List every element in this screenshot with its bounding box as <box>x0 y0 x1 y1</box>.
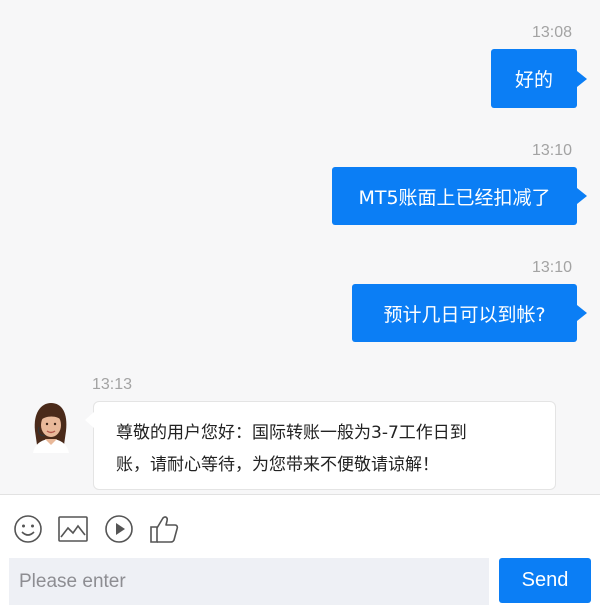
message-text-line: 尊敬的用户您好：国际转账一般为3-7工作日到 <box>116 423 467 443</box>
emoji-icon[interactable] <box>12 513 44 545</box>
message-bubble-outgoing: 预计几日可以到帐? <box>352 284 587 342</box>
message-timestamp: 13:10 <box>532 142 573 159</box>
agent-avatar <box>29 401 71 453</box>
chat-area: 13:08 好的 13:10 MT5账面上已经扣减了 13:10 预计几日可以到… <box>0 0 600 494</box>
thumbs-up-icon[interactable] <box>148 513 180 545</box>
message-bubble-outgoing: 好的 <box>491 49 587 108</box>
composer-panel: Send <box>0 495 600 608</box>
message-timestamp: 13:13 <box>92 376 133 393</box>
message-timestamp: 13:08 <box>532 24 573 41</box>
send-button[interactable]: Send <box>499 558 591 603</box>
message-text-line: 账，请耐心等待，为您带来不便敬请谅解！ <box>116 455 439 475</box>
message-timestamp: 13:10 <box>532 259 573 276</box>
message-bubble-incoming: 尊敬的用户您好：国际转账一般为3-7工作日到 账，请耐心等待，为您带来不便敬请谅… <box>85 401 556 490</box>
message-bubble-outgoing: MT5账面上已经扣减了 <box>332 167 587 225</box>
message-input[interactable] <box>9 558 489 605</box>
image-icon[interactable] <box>57 513 89 545</box>
video-icon[interactable] <box>103 513 135 545</box>
